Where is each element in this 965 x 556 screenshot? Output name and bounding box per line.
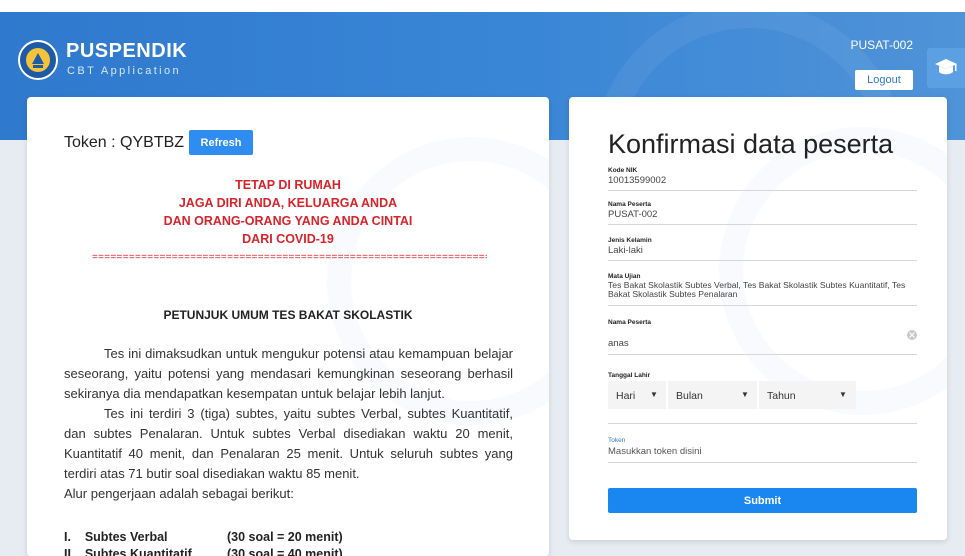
emblem-logo-icon: [18, 40, 58, 80]
covid-message-line: DAN ORANG-ORANG YANG ANDA CINTAI: [163, 214, 413, 228]
refresh-button[interactable]: Refresh: [189, 130, 253, 155]
submit-button[interactable]: Submit: [608, 488, 917, 513]
subtest-name: II. Subtes Kuantitatif: [64, 547, 192, 556]
form-title: Konfirmasi data peserta: [608, 129, 894, 159]
chevron-down-icon: ▼: [741, 390, 749, 399]
instructions-paragraph: Tes ini terdiri 3 (tiga) subtes, yaitu s…: [64, 406, 513, 481]
participant-name-label: Nama Peserta: [608, 201, 651, 208]
logout-button[interactable]: Logout: [855, 70, 913, 90]
name-input-label: Nama Peserta: [608, 319, 651, 326]
brand-subtitle: CBT Application: [67, 65, 182, 77]
year-select[interactable]: Tahun ▼: [759, 381, 856, 409]
separator-line: ========================================…: [92, 252, 487, 263]
day-select[interactable]: Hari ▼: [608, 381, 666, 409]
gender-value: Laki-laki: [608, 245, 643, 256]
divider: [608, 305, 917, 306]
gender-label: Jenis Kelamin: [608, 237, 652, 244]
day-select-value: Hari: [616, 390, 636, 402]
brand-name: PUSPENDIK: [66, 40, 188, 62]
month-select-value: Bulan: [676, 390, 703, 402]
divider: [608, 260, 917, 261]
birthdate-label: Tanggal Lahir: [608, 372, 651, 379]
year-select-value: Tahun: [767, 390, 796, 402]
token-input[interactable]: Masukkan token disini: [608, 447, 928, 457]
subtest-name: I. Subtes Verbal: [64, 530, 168, 544]
token-input-label: Token: [608, 437, 626, 444]
covid-message-line: TETAP DI RUMAH: [235, 178, 341, 192]
user-id: PUSAT-002: [850, 38, 913, 52]
token-label: Token : QYBTBZ: [64, 134, 185, 151]
nik-value: 10013599002: [608, 175, 667, 186]
instructions-heading: PETUNJUK UMUM TES BAKAT SKOLASTIK: [163, 308, 413, 322]
nik-label: Kode NIK: [608, 167, 638, 174]
confirmation-form: Konfirmasi data peserta Kode NIK 1001359…: [569, 97, 947, 540]
chevron-down-icon: ▼: [839, 390, 847, 399]
name-input[interactable]: anas: [608, 339, 928, 349]
chevron-down-icon: ▼: [650, 390, 658, 399]
divider: [608, 190, 917, 191]
covid-message-line: DARI COVID-19: [242, 232, 334, 246]
flow-intro: Alur pengerjaan adalah sebagai berikut:: [64, 486, 294, 501]
watermark: [719, 127, 947, 415]
month-select[interactable]: Bulan ▼: [668, 381, 757, 409]
subtest-detail: (30 soal = 40 menit): [227, 547, 343, 556]
divider: [608, 224, 917, 225]
top-strip: [0, 0, 965, 12]
divider: [608, 354, 917, 355]
instructions-panel: Token : QYBTBZ Refresh TETAP DI RUMAH JA…: [27, 97, 549, 556]
subject-value: Tes Bakat Skolastik Subtes Verbal, Tes B…: [608, 280, 906, 299]
instructions-paragraph: Tes ini dimaksudkan untuk mengukur poten…: [64, 346, 513, 401]
subtest-detail: (30 soal = 20 menit): [227, 530, 343, 544]
covid-message-line: JAGA DIRI ANDA, KELUARGA ANDA: [178, 196, 398, 210]
participant-name-value: PUSAT-002: [608, 209, 658, 220]
graduation-cap-icon[interactable]: [927, 48, 965, 88]
divider: [608, 423, 917, 424]
subject-label: Mata Ujian: [608, 273, 641, 280]
divider: [608, 462, 917, 463]
